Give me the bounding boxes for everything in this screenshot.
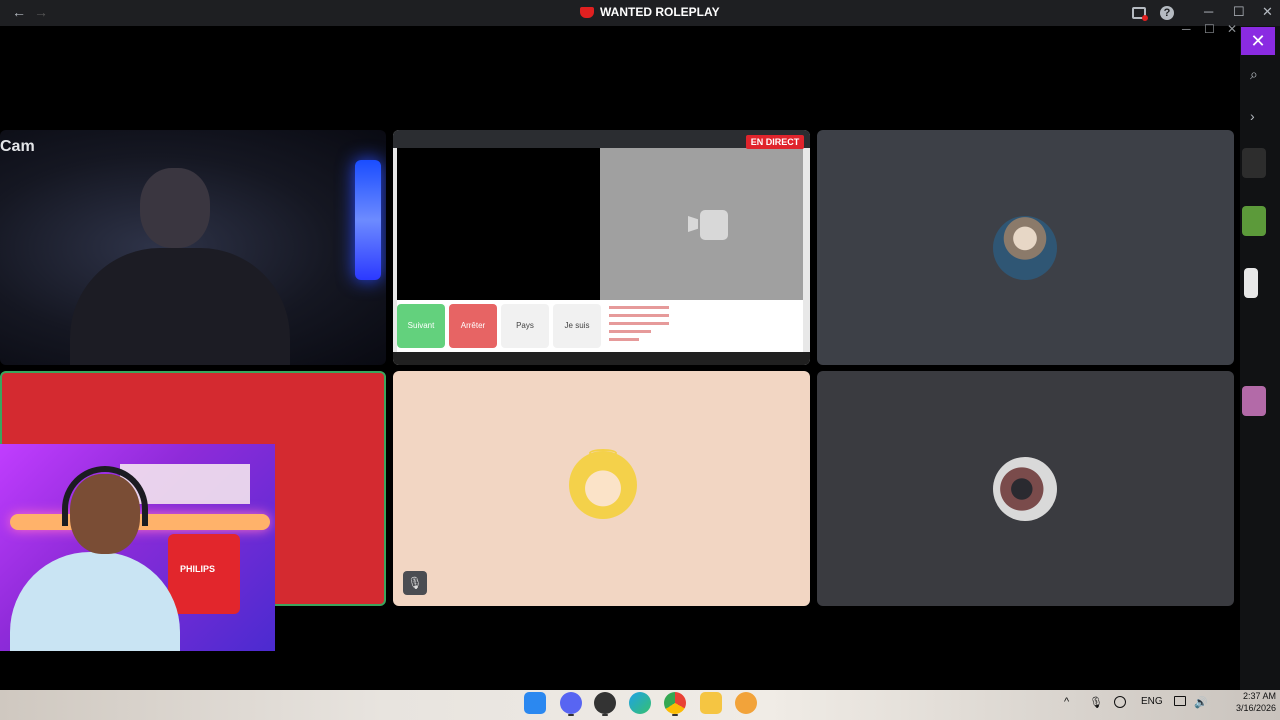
avatar <box>993 216 1057 280</box>
pink-app-icon[interactable] <box>1242 386 1266 416</box>
avatar <box>993 457 1057 521</box>
windows-start-icon[interactable] <box>524 692 546 714</box>
volume-icon[interactable]: 🔊 <box>1194 696 1208 709</box>
video-tile-cam[interactable]: Cam <box>0 130 386 365</box>
tray-chevron-icon[interactable]: ^ <box>1064 696 1069 708</box>
minimize-button[interactable]: ─ <box>1204 4 1213 19</box>
stop-button: Arrêter <box>449 304 497 348</box>
led-light <box>355 160 381 280</box>
muted-mic-icon: 🎙 <box>403 571 427 595</box>
language-indicator[interactable]: ENG <box>1141 696 1163 707</box>
side-panel <box>1240 26 1280 690</box>
network-icon[interactable] <box>1174 696 1186 706</box>
active-indicator <box>672 714 678 716</box>
next-button: Suivant <box>397 304 445 348</box>
chevron-right-icon[interactable]: › <box>1250 108 1255 124</box>
video-tile-avatar-bike[interactable] <box>817 371 1234 606</box>
inbox-icon[interactable] <box>1132 7 1148 21</box>
edge-icon[interactable] <box>629 692 651 714</box>
avatar <box>569 451 637 519</box>
search-icon[interactable]: ⌕ <box>1250 66 1258 83</box>
obs-icon[interactable] <box>594 692 616 714</box>
webcam-person <box>50 148 290 365</box>
minecraft-icon[interactable] <box>1242 206 1266 236</box>
system-clock[interactable]: 2:37 AM 3/16/2026 <box>1214 690 1276 714</box>
window-title-text: WANTED ROLEPLAY <box>600 5 720 19</box>
video-camera-icon <box>688 208 728 240</box>
file-explorer-icon[interactable] <box>700 692 722 714</box>
jersey-text: PHILIPS <box>180 564 216 574</box>
popout-maximize-button[interactable]: ☐ <box>1204 22 1215 36</box>
streamer-webcam-overlay: PHILIPS <box>0 444 275 651</box>
close-button[interactable]: ✕ <box>1262 4 1273 20</box>
user-name-label: Cam <box>0 138 35 155</box>
live-badge: EN DIRECT <box>746 135 804 149</box>
title-bar: ← → WANTED ROLEPLAY ? ─ ☐ ✕ <box>0 0 1280 26</box>
screen-share-tile[interactable]: Suivant Arrêter Pays Je suis <box>393 130 810 365</box>
clock-time: 2:37 AM <box>1242 691 1276 701</box>
active-indicator <box>602 714 608 716</box>
discord-icon[interactable] <box>560 692 582 714</box>
window-title: WANTED ROLEPLAY <box>580 5 720 19</box>
help-icon[interactable]: ? <box>1160 6 1174 20</box>
chat-messages <box>609 306 669 346</box>
chrome-icon[interactable] <box>664 692 686 714</box>
server-icon <box>580 6 594 18</box>
gta-v-icon[interactable] <box>1242 148 1266 178</box>
shared-remote-video <box>397 148 600 300</box>
popout-close-button[interactable]: ✕ <box>1227 22 1237 36</box>
country-button: Pays <box>501 304 549 348</box>
globe-icon[interactable] <box>1114 696 1126 708</box>
active-indicator <box>568 714 574 716</box>
bottle-icon[interactable] <box>1244 268 1258 298</box>
forward-arrow-icon[interactable]: → <box>34 4 48 20</box>
i-am-button: Je suis <box>553 304 601 348</box>
popout-minimize-button[interactable]: ─ <box>1182 22 1191 36</box>
shared-controls: Suivant Arrêter Pays Je suis <box>397 300 803 352</box>
video-tile-avatar-oldman[interactable] <box>817 130 1234 365</box>
shared-taskbar <box>393 352 810 365</box>
microphone-icon[interactable]: 🎙 <box>1089 696 1103 709</box>
brave-icon[interactable] <box>735 692 757 714</box>
back-arrow-icon[interactable]: ← <box>12 4 26 20</box>
video-tile-avatar-angel[interactable]: 🎙 <box>393 371 810 606</box>
close-overlay-button[interactable]: ✕ <box>1241 27 1275 55</box>
shared-local-video <box>600 148 803 300</box>
clock-date: 3/16/2026 <box>1235 703 1276 713</box>
maximize-button[interactable]: ☐ <box>1233 4 1245 20</box>
